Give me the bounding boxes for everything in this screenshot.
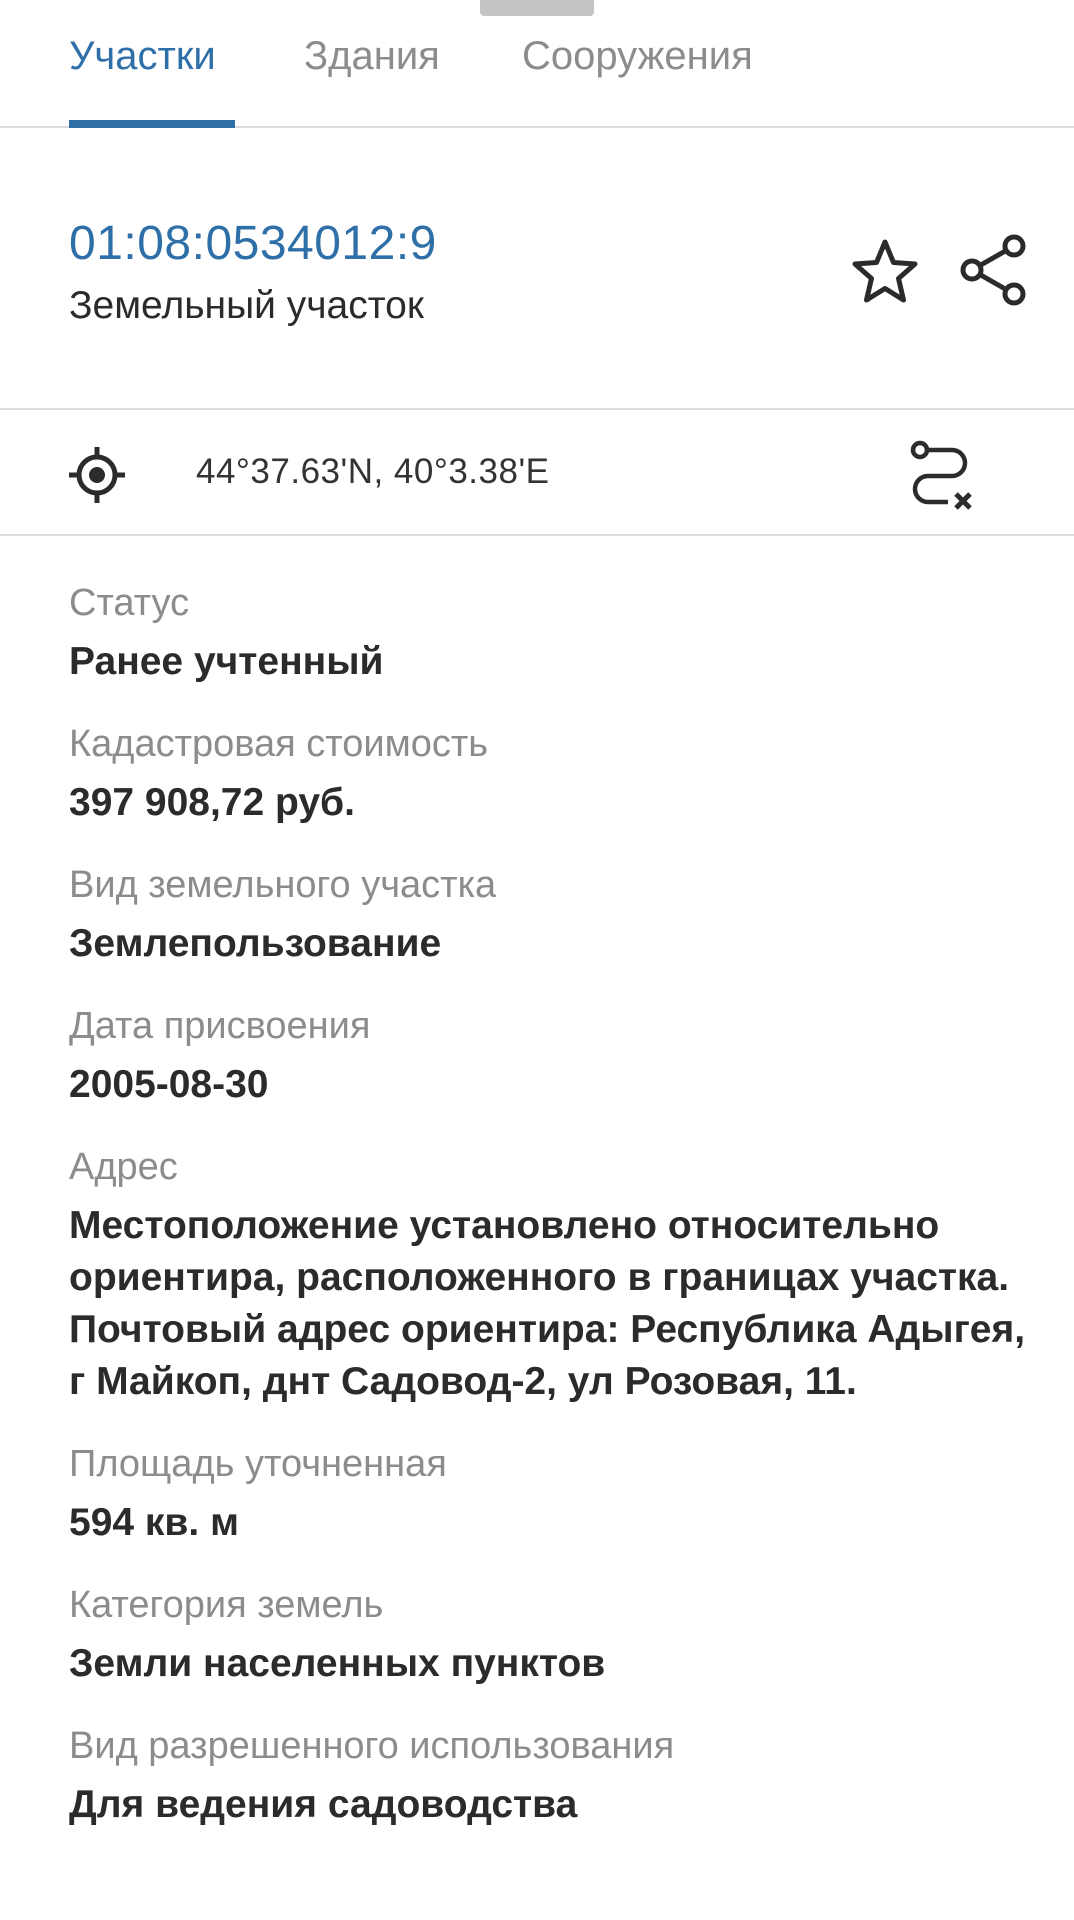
cadastral-number[interactable]: 01:08:0534012:9 (69, 216, 437, 271)
tab-structures[interactable]: Сооружения (522, 34, 753, 79)
property-land-kind: Вид земельного участка Землепользование (69, 860, 1029, 970)
object-type: Земельный участок (69, 284, 424, 327)
property-list: Статус Ранее учтенный Кадастровая стоимо… (69, 578, 1029, 1862)
property-value: Местоположение установлено относительно … (69, 1204, 1026, 1403)
property-label: Дата присвоения (69, 1005, 371, 1047)
property-label: Площадь уточненная (69, 1443, 447, 1485)
property-land-category: Категория земель Земли населенных пункто… (69, 1580, 1029, 1690)
tab-plots[interactable]: Участки (69, 34, 216, 79)
property-label: Вид земельного участка (69, 864, 497, 906)
property-label: Вид разрешенного использования (69, 1725, 675, 1767)
property-area: Площадь уточненная 594 кв. м (69, 1439, 1029, 1549)
coordinates-text[interactable]: 44°37.63'N, 40°3.38'E (196, 452, 550, 492)
tab-buildings[interactable]: Здания (304, 34, 440, 79)
property-assigned-date: Дата присвоения 2005-08-30 (69, 1001, 1029, 1111)
property-value: 594 кв. м (69, 1501, 239, 1544)
route-clear-icon[interactable] (908, 440, 976, 510)
property-value: Землепользование (69, 922, 442, 965)
crosshair-icon[interactable] (68, 446, 126, 504)
share-icon[interactable] (958, 232, 1028, 308)
property-value: Для ведения садоводства (69, 1783, 578, 1826)
property-label: Кадастровая стоимость (69, 723, 489, 765)
property-value: Земли населенных пунктов (69, 1642, 606, 1685)
property-label: Статус (69, 582, 190, 624)
property-label: Категория земель (69, 1584, 384, 1626)
property-value: 397 908,72 руб. (69, 781, 355, 824)
tab-bar: Участки Здания Сооружения (0, 0, 1074, 128)
property-label: Адрес (69, 1146, 178, 1188)
property-value: 2005-08-30 (69, 1063, 269, 1106)
bottom-sheet: Участки Здания Сооружения 01:08:0534012:… (0, 0, 1074, 1920)
star-icon[interactable] (850, 238, 920, 306)
object-header: 01:08:0534012:9 Земельный участок (0, 128, 1074, 410)
property-cadastral-value: Кадастровая стоимость 397 908,72 руб. (69, 719, 1029, 829)
property-address: Адрес Местоположение установлено относит… (69, 1142, 1029, 1408)
property-status: Статус Ранее учтенный (69, 578, 1029, 688)
property-value: Ранее учтенный (69, 640, 384, 683)
coordinates-row: 44°37.63'N, 40°3.38'E (0, 410, 1074, 536)
active-tab-indicator (69, 120, 235, 128)
property-permitted-use: Вид разрешенного использования Для веден… (69, 1721, 1029, 1831)
